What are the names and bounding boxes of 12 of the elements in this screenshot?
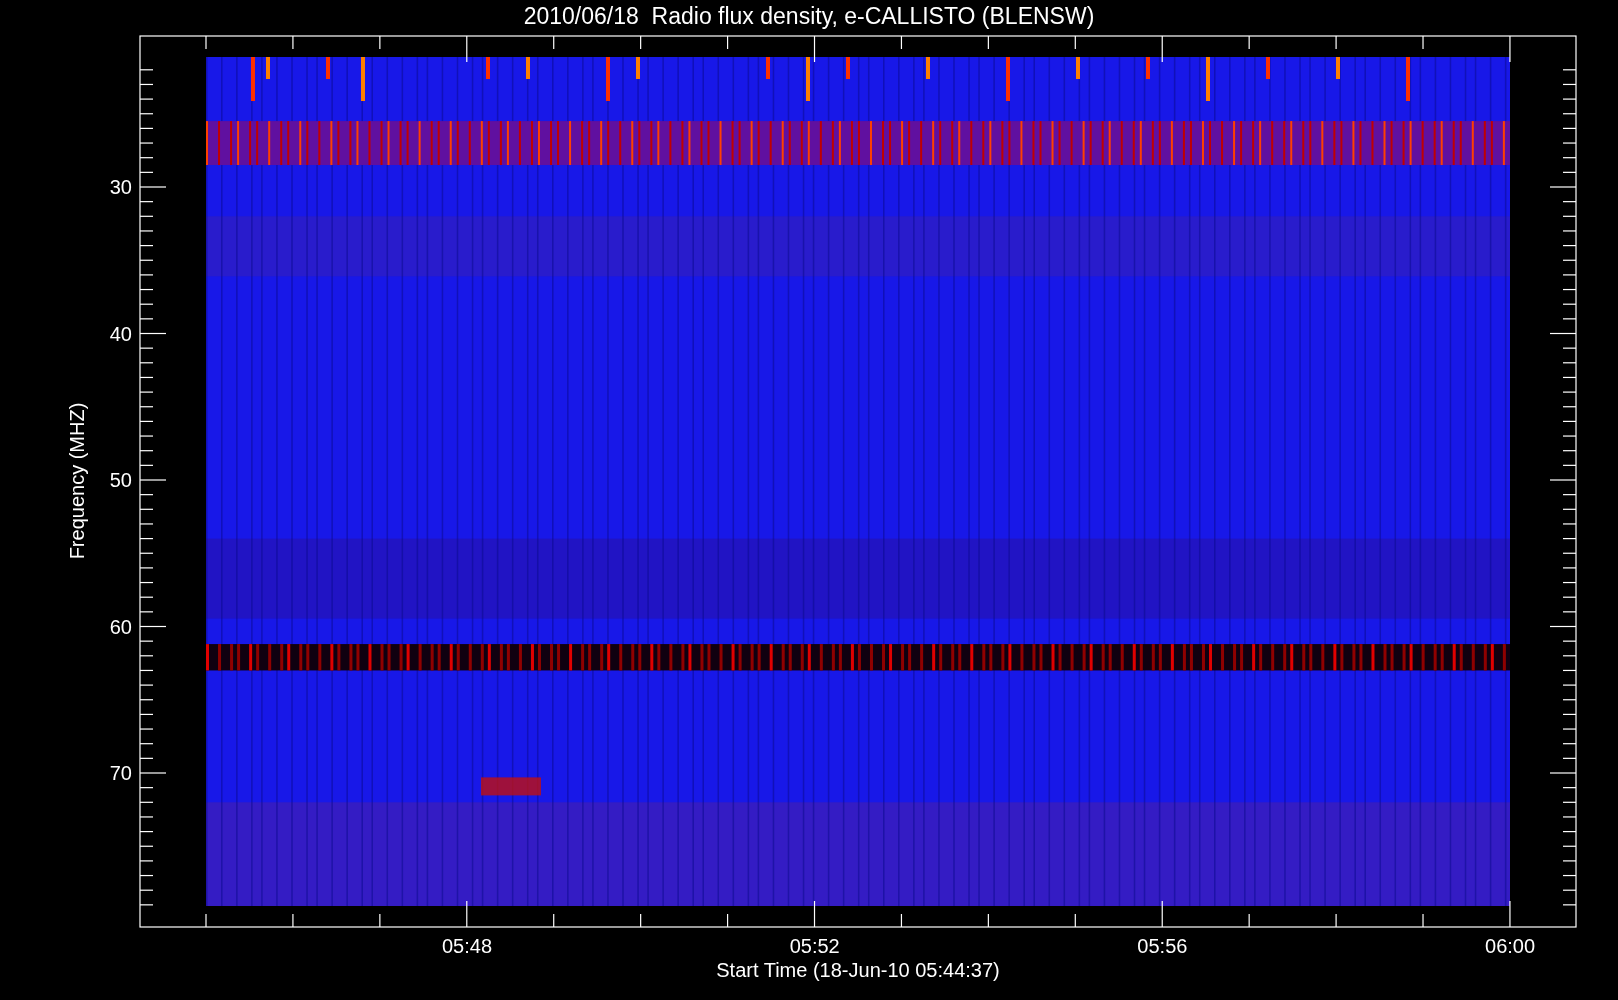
x-tick-label: 05:48 [440,935,494,957]
x-tick-label: 06:00 [1484,935,1537,957]
x-tick-label: 05:56 [1136,935,1189,957]
y-tick-label: 50 [108,469,132,491]
y-tick-label: 60 [108,615,132,638]
y-tick-label: 30 [108,176,132,198]
chart-title: 2010/06/18 Radio flux density, e-CALLISTO (BLENSW) [523,3,1095,29]
y-tick-label: 40 [108,322,132,345]
x-tick-label: 05:52 [788,935,841,957]
y-axis-title: Frequency (MHZ) [66,401,88,562]
x-axis-title: Start Time (18-Jun-10 05:44:37) [716,959,1000,981]
y-tick-label: 70 [108,762,132,784]
